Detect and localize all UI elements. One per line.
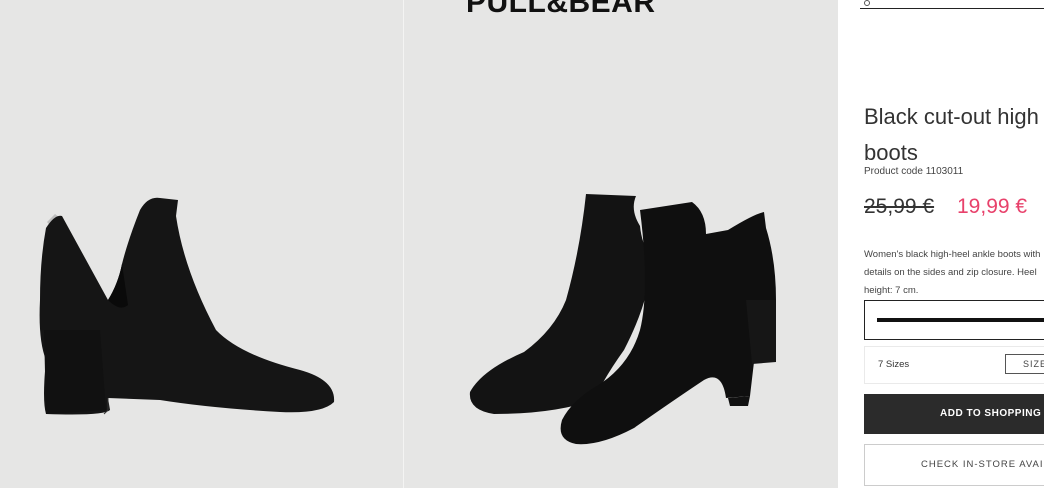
check-store-availability-button[interactable]: CHECK IN-STORE AVAILABILITY <box>864 444 1044 486</box>
brand-logo[interactable]: PULL&BEAR <box>466 0 656 20</box>
sizes-count: 7 Sizes <box>878 359 910 370</box>
boot-side-illustration <box>39 197 335 415</box>
sale-price: 19,99 € <box>957 195 1028 218</box>
product-info-panel: Black cut-out high ankle boots Product c… <box>838 0 1044 488</box>
product-description: Women's black high-heel ankle boots with… <box>864 249 1041 296</box>
color-swatch-black[interactable] <box>877 318 1044 322</box>
product-code: Product code 1103011 <box>864 166 964 177</box>
original-price: 25,99 € <box>864 195 935 218</box>
size-guide-button[interactable]: SIZE GUIDE <box>1005 354 1044 374</box>
product-title: Black cut-out high ankle boots <box>864 103 1044 165</box>
search-icon <box>864 0 870 6</box>
search-input[interactable] <box>860 0 1044 9</box>
product-image-front[interactable] <box>404 0 838 488</box>
color-selector[interactable] <box>864 300 1044 340</box>
boots-pair-illustration <box>469 194 776 445</box>
add-to-basket-button[interactable]: ADD TO SHOPPING BASKET <box>864 394 1044 434</box>
size-selector-row[interactable]: 7 Sizes SIZE GUIDE <box>864 346 1044 384</box>
product-image-side[interactable] <box>0 0 403 488</box>
